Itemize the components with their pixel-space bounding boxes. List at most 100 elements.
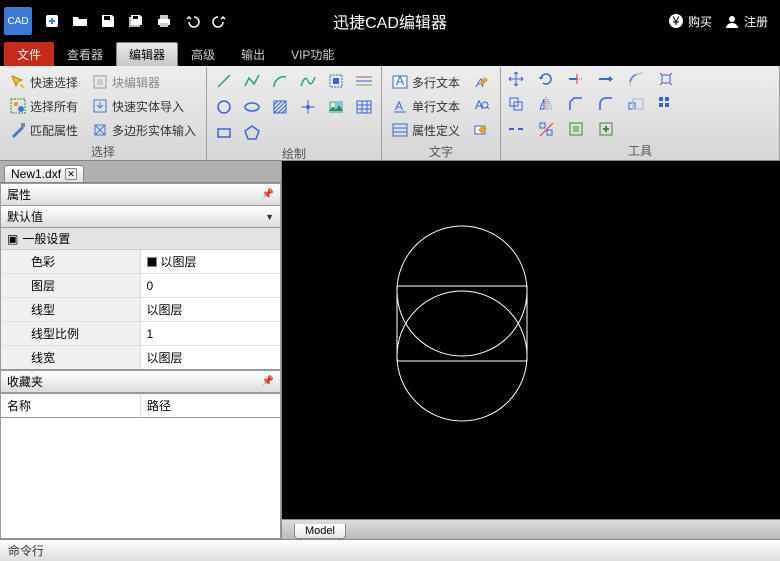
svg-text:¥: ¥: [672, 14, 680, 28]
quick-import-button[interactable]: 快速实体导入: [88, 96, 188, 117]
tool-align-icon[interactable]: [537, 120, 561, 141]
property-grid: ▣ 一般设置 色彩 以图层 图层 0 线型 以图层 线型比例 1 线宽 以图层: [0, 228, 281, 370]
draw-polyline-icon[interactable]: [241, 70, 263, 92]
redo-button[interactable]: [208, 9, 232, 33]
prop-row-layer[interactable]: 图层 0: [1, 274, 280, 298]
tool-move-icon[interactable]: [507, 70, 531, 91]
prop-val-color: 以图层: [161, 253, 197, 270]
multiline-text-label: 多行文本: [412, 74, 460, 91]
prop-row-color[interactable]: 色彩 以图层: [1, 250, 280, 274]
buy-button[interactable]: ¥ 购买: [668, 13, 712, 30]
text-style-button[interactable]: A: [470, 73, 494, 91]
tool-array-icon[interactable]: [657, 95, 681, 116]
prop-row-lineweight[interactable]: 线宽 以图层: [1, 346, 280, 369]
tool-mirror-icon[interactable]: [537, 95, 561, 116]
prop-row-ltscale[interactable]: 线型比例 1: [1, 322, 280, 346]
properties-title: 属性: [7, 186, 31, 203]
favorites-panel-header: 收藏夹 📌: [0, 370, 281, 393]
ribbon-group-text: A 多行文本 A A 单行文本 A 属性定义 文字: [382, 66, 501, 160]
tool-chamfer-icon[interactable]: [567, 95, 591, 116]
draw-ellipse-icon[interactable]: [241, 96, 263, 118]
section-general[interactable]: ▣ 一般设置: [1, 228, 280, 250]
draw-region-icon[interactable]: [325, 70, 347, 92]
document-tab[interactable]: New1.dxf ✕: [4, 165, 84, 182]
left-panel: New1.dxf ✕ 属性 📌 默认值 ▼ ▣ 一般设置 色彩 以图层 图层 0: [0, 161, 282, 539]
attr-def-label: 属性定义: [412, 122, 460, 139]
draw-rect-icon[interactable]: [213, 122, 235, 144]
favorites-col-path[interactable]: 路径: [141, 394, 280, 417]
prop-val-linetype: 以图层: [141, 298, 281, 321]
tool-scale-icon[interactable]: [627, 95, 651, 116]
document-tab-label: New1.dxf: [11, 167, 61, 181]
poly-import-button[interactable]: 多边形实体输入: [88, 120, 200, 141]
singleline-text-label: 单行文本: [412, 98, 460, 115]
text-edit-button[interactable]: [470, 121, 494, 139]
pin-icon[interactable]: 📌: [262, 376, 274, 387]
text-find-button[interactable]: A: [470, 97, 494, 115]
menu-vip[interactable]: VIP功能: [278, 42, 347, 66]
command-line[interactable]: 命令行: [0, 539, 780, 561]
prop-row-linetype[interactable]: 线型 以图层: [1, 298, 280, 322]
favorites-title: 收藏夹: [7, 373, 43, 390]
tool-rotate-icon[interactable]: [537, 70, 561, 91]
block-editor-button[interactable]: 块编辑器: [88, 72, 164, 93]
tool-trim-icon[interactable]: [567, 70, 591, 91]
match-props-label: 匹配属性: [30, 122, 78, 139]
draw-line-icon[interactable]: [213, 70, 235, 92]
tool-fillet-icon[interactable]: [597, 95, 621, 116]
print-button[interactable]: [152, 9, 176, 33]
draw-xline-icon[interactable]: [353, 70, 375, 92]
attr-def-button[interactable]: 属性定义: [388, 121, 464, 140]
favorites-col-name[interactable]: 名称: [1, 394, 141, 417]
undo-button[interactable]: [180, 9, 204, 33]
draw-hatch-icon[interactable]: [269, 96, 291, 118]
pin-icon[interactable]: 📌: [262, 189, 274, 200]
menu-file[interactable]: 文件: [4, 42, 54, 66]
open-file-button[interactable]: [68, 9, 92, 33]
menu-advanced[interactable]: 高级: [178, 42, 228, 66]
tool-copy-icon[interactable]: [507, 95, 531, 116]
chevron-down-icon: ▼: [265, 212, 274, 222]
app-title: 迅捷CAD编辑器: [333, 9, 447, 33]
match-props-button[interactable]: 匹配属性: [6, 120, 82, 141]
default-value-combo[interactable]: 默认值 ▼: [0, 206, 281, 228]
register-label: 注册: [744, 13, 768, 30]
menu-editor[interactable]: 编辑器: [116, 42, 178, 66]
tool-offset-icon[interactable]: [627, 70, 651, 91]
new-file-button[interactable]: [40, 9, 64, 33]
favorites-columns: 名称 路径: [0, 393, 281, 418]
poly-import-label: 多边形实体输入: [112, 122, 196, 139]
quick-select-button[interactable]: 快速选择: [6, 72, 82, 93]
select-all-label: 选择所有: [30, 98, 78, 115]
draw-polygon-icon[interactable]: [241, 122, 263, 144]
tools-group-label: 工具: [507, 141, 773, 160]
draw-image-icon[interactable]: [325, 96, 347, 118]
drawing-content: [282, 161, 780, 519]
draw-table-icon[interactable]: [353, 96, 375, 118]
app-logo: CAD: [4, 7, 32, 35]
tool-explode-icon[interactable]: [657, 70, 681, 91]
prop-key-linetype: 线型: [1, 298, 141, 321]
tool-extend-icon[interactable]: [597, 70, 621, 91]
multiline-text-button[interactable]: A 多行文本: [388, 73, 464, 92]
drawing-canvas[interactable]: [282, 161, 780, 519]
tool-block-icon[interactable]: [567, 120, 591, 141]
draw-circle-icon[interactable]: [213, 96, 235, 118]
svg-text:A: A: [395, 99, 403, 113]
save-all-button[interactable]: [124, 9, 148, 33]
prop-key-ltscale: 线型比例: [1, 322, 141, 345]
draw-point-icon[interactable]: [297, 96, 319, 118]
save-button[interactable]: [96, 9, 120, 33]
close-icon[interactable]: ✕: [65, 168, 77, 180]
draw-arc-icon[interactable]: [269, 70, 291, 92]
model-tab[interactable]: Model: [294, 524, 346, 539]
register-button[interactable]: 注册: [724, 13, 768, 30]
draw-spline-icon[interactable]: [297, 70, 319, 92]
tool-insert-icon[interactable]: [597, 120, 621, 141]
menu-viewer[interactable]: 查看器: [54, 42, 116, 66]
tool-break-icon[interactable]: [507, 120, 531, 141]
singleline-text-button[interactable]: A 单行文本: [388, 97, 464, 116]
select-all-button[interactable]: 选择所有: [6, 96, 82, 117]
menu-output[interactable]: 输出: [228, 42, 278, 66]
prop-key-lineweight: 线宽: [1, 346, 141, 369]
